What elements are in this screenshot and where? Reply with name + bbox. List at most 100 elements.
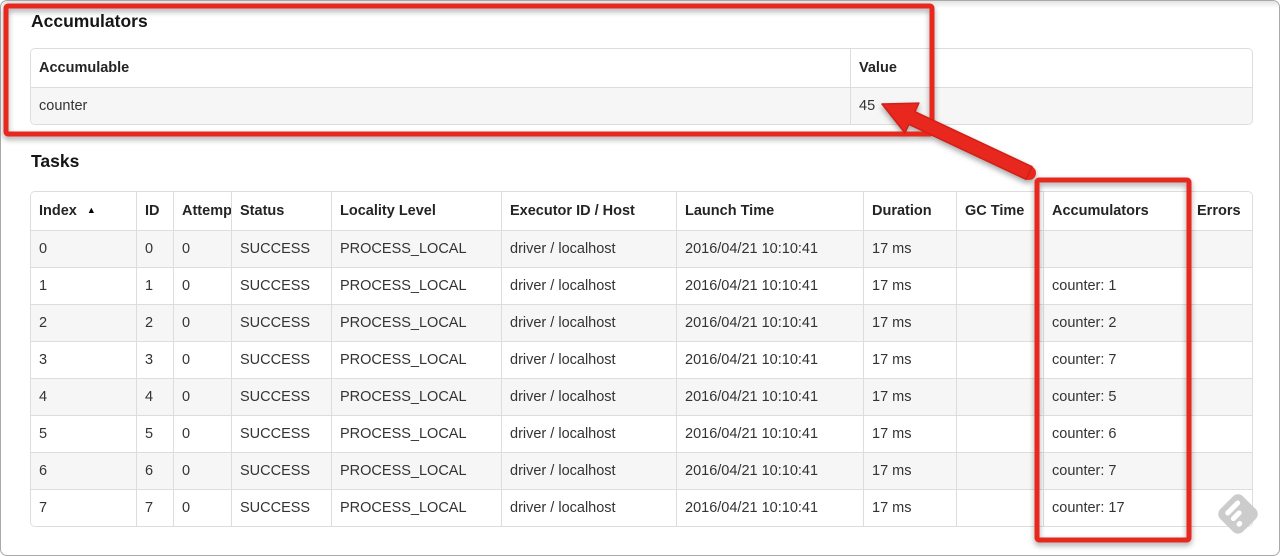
- table-cell: PROCESS_LOCAL: [331, 230, 501, 267]
- table-row: 7 7 0 SUCCESS PROCESS_LOCAL driver / localhos…: [31, 489, 1252, 526]
- table-row: 6 6 0 SUCCESS PROCESS_LOCAL driver / localhos…: [31, 452, 1252, 489]
- col-header-errors[interactable]: Errors: [1188, 192, 1252, 230]
- table-cell: 2016/04/21 10:10:41: [676, 304, 863, 341]
- col-header-index-label: Index: [39, 203, 77, 219]
- col-header-index[interactable]: Index ▲: [31, 192, 136, 230]
- table-cell: 2016/04/21 10:10:41: [676, 452, 863, 489]
- table-cell: SUCCESS: [231, 267, 331, 304]
- table-cell: [956, 489, 1043, 526]
- table-cell: 4: [136, 378, 173, 415]
- table-cell: 5: [136, 415, 173, 452]
- table-cell: [1188, 378, 1252, 415]
- table-cell: [1188, 489, 1252, 526]
- table-cell: SUCCESS: [231, 304, 331, 341]
- col-header-attempt[interactable]: Attempt: [173, 192, 231, 230]
- table-cell: 17 ms: [863, 304, 956, 341]
- table-cell: [956, 341, 1043, 378]
- table-cell: driver / localhost: [501, 230, 676, 267]
- table-cell: 2016/04/21 10:10:41: [676, 341, 863, 378]
- col-header-accumulators[interactable]: Accumulators: [1043, 192, 1188, 230]
- table-cell: 2016/04/21 10:10:41: [676, 378, 863, 415]
- table-cell: 4: [31, 378, 136, 415]
- tasks-heading: Tasks: [31, 151, 80, 171]
- table-cell: 0: [173, 489, 231, 526]
- table-cell: SUCCESS: [231, 489, 331, 526]
- table-row: 1 1 0 SUCCESS PROCESS_LOCAL driver / localhos…: [31, 267, 1252, 304]
- table-cell: [956, 378, 1043, 415]
- table-cell: [956, 230, 1043, 267]
- col-header-id[interactable]: ID: [136, 192, 173, 230]
- table-cell: 17 ms: [863, 378, 956, 415]
- table-cell: 7: [136, 489, 173, 526]
- table-row: 2 2 0 SUCCESS PROCESS_LOCAL driver / localhos…: [31, 304, 1252, 341]
- table-cell: [956, 267, 1043, 304]
- table-cell: [1188, 230, 1252, 267]
- table-cell: 17 ms: [863, 341, 956, 378]
- table-cell: counter: 5: [1043, 378, 1188, 415]
- col-header-accumulable: Accumulable: [31, 49, 850, 87]
- table-cell: 0: [173, 304, 231, 341]
- table-cell: PROCESS_LOCAL: [331, 489, 501, 526]
- col-header-status[interactable]: Status: [231, 192, 331, 230]
- table-cell: PROCESS_LOCAL: [331, 267, 501, 304]
- table-cell: PROCESS_LOCAL: [331, 341, 501, 378]
- table-cell: 0: [136, 230, 173, 267]
- table-cell: 6: [31, 452, 136, 489]
- table-cell: [1188, 341, 1252, 378]
- table-row: 0 0 0 SUCCESS PROCESS_LOCAL driver / localhos…: [31, 230, 1252, 267]
- table-header-row: Accumulable Value: [31, 49, 1252, 87]
- table-cell: [1188, 304, 1252, 341]
- table-cell: counter: 1: [1043, 267, 1188, 304]
- table-cell: 0: [31, 230, 136, 267]
- table-cell: PROCESS_LOCAL: [331, 304, 501, 341]
- table-cell: [956, 304, 1043, 341]
- table-cell: driver / localhost: [501, 415, 676, 452]
- table-cell: 2016/04/21 10:10:41: [676, 415, 863, 452]
- table-cell: SUCCESS: [231, 341, 331, 378]
- table-row: counter 45: [31, 87, 1252, 124]
- table-cell: counter: 2: [1043, 304, 1188, 341]
- table-cell: 1: [31, 267, 136, 304]
- table-cell: 17 ms: [863, 489, 956, 526]
- table-cell: SUCCESS: [231, 415, 331, 452]
- table-cell: counter: 6: [1043, 415, 1188, 452]
- col-header-gc-time[interactable]: GC Time: [956, 192, 1043, 230]
- table-row: 4 4 0 SUCCESS PROCESS_LOCAL driver / localhos…: [31, 378, 1252, 415]
- table-cell: 6: [136, 452, 173, 489]
- table-cell: 0: [173, 230, 231, 267]
- col-header-duration[interactable]: Duration: [863, 192, 956, 230]
- table-cell: 3: [31, 341, 136, 378]
- table-cell: driver / localhost: [501, 489, 676, 526]
- table-cell: [1188, 267, 1252, 304]
- table-cell: SUCCESS: [231, 230, 331, 267]
- table-cell: SUCCESS: [231, 378, 331, 415]
- table-cell: 17 ms: [863, 230, 956, 267]
- table-cell: 2: [31, 304, 136, 341]
- table-cell: PROCESS_LOCAL: [331, 378, 501, 415]
- table-cell: counter: 7: [1043, 341, 1188, 378]
- table-cell: 17 ms: [863, 452, 956, 489]
- table-cell: driver / localhost: [501, 304, 676, 341]
- accumulators-table: Accumulable Value counter 45: [30, 48, 1253, 125]
- table-cell: counter: [31, 87, 850, 124]
- table-cell: [956, 415, 1043, 452]
- accumulators-heading: Accumulators: [31, 11, 148, 31]
- col-header-launch-time[interactable]: Launch Time: [676, 192, 863, 230]
- table-row: 3 3 0 SUCCESS PROCESS_LOCAL driver / localhos…: [31, 341, 1252, 378]
- table-header-row: Index▲ ID Attempt Status Locality Level …: [31, 192, 1252, 230]
- table-cell: 2: [136, 304, 173, 341]
- table-cell: 0: [173, 415, 231, 452]
- table-cell: 45: [850, 87, 1252, 124]
- table-row: 5 5 0 SUCCESS PROCESS_LOCAL driver / localhos…: [31, 415, 1252, 452]
- table-cell: [956, 452, 1043, 489]
- table-cell: 2016/04/21 10:10:41: [676, 267, 863, 304]
- table-cell: driver / localhost: [501, 378, 676, 415]
- table-cell: 0: [173, 378, 231, 415]
- col-header-executor-id-host[interactable]: Executor ID / Host: [501, 192, 676, 230]
- table-cell: PROCESS_LOCAL: [331, 415, 501, 452]
- table-cell: driver / localhost: [501, 267, 676, 304]
- col-header-locality-level[interactable]: Locality Level: [331, 192, 501, 230]
- table-cell: [1188, 452, 1252, 489]
- table-cell: 2016/04/21 10:10:41: [676, 489, 863, 526]
- table-cell: 0: [173, 341, 231, 378]
